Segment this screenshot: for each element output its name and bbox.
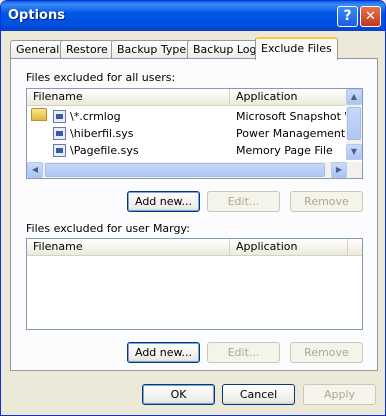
- tab-general[interactable]: General: [10, 40, 66, 59]
- file-icon: [53, 144, 66, 157]
- application-cell: Power Management: [236, 127, 346, 140]
- scroll-down-icon: ▼: [350, 147, 358, 156]
- file-icon: [53, 127, 66, 140]
- filename-cell: \Pagefile.sys: [70, 144, 139, 157]
- column-header-filename[interactable]: Filename: [27, 89, 230, 106]
- horizontal-scroll-thumb[interactable]: [45, 163, 325, 177]
- vertical-scrollbar[interactable]: ▲ ▼: [346, 89, 362, 160]
- scroll-right-button[interactable]: ▶: [331, 162, 347, 178]
- window-title: Options: [8, 8, 65, 23]
- vertical-scroll-thumb[interactable]: [347, 107, 361, 140]
- tab-backup-type[interactable]: Backup Type: [111, 40, 193, 59]
- scroll-left-icon: ◀: [31, 165, 39, 174]
- cancel-button[interactable]: Cancel: [222, 384, 295, 405]
- add-new-button-user[interactable]: Add new...: [127, 342, 200, 363]
- list-item[interactable]: \*.crmlog Microsoft Snapshot Wr...: [27, 108, 348, 125]
- all-users-file-list[interactable]: Filename Application \*.crmlog Microsoft…: [26, 88, 363, 179]
- horizontal-scrollbar[interactable]: ◀ ▶: [27, 162, 362, 178]
- user-margy-file-list[interactable]: Filename Application: [26, 238, 363, 330]
- list-item[interactable]: \hiberfil.sys Power Management: [27, 125, 347, 142]
- help-icon: ?: [343, 8, 352, 24]
- tab-backup-log[interactable]: Backup Log: [187, 40, 263, 59]
- ok-button[interactable]: OK: [142, 384, 215, 405]
- tab-restore[interactable]: Restore: [60, 40, 114, 59]
- help-button[interactable]: ?: [337, 6, 358, 27]
- remove-button-user[interactable]: Remove: [290, 342, 363, 363]
- tab-panel: Files excluded for all users: Filename A…: [10, 58, 378, 371]
- scroll-up-button[interactable]: ▲: [346, 89, 362, 105]
- application-cell: Memory Page File: [236, 144, 333, 157]
- edit-button-user[interactable]: Edit...: [207, 342, 280, 363]
- column-header-filename[interactable]: Filename: [27, 239, 230, 256]
- add-new-button[interactable]: Add new...: [127, 191, 200, 212]
- filename-cell: \hiberfil.sys: [70, 127, 134, 140]
- edit-button[interactable]: Edit...: [207, 191, 280, 212]
- list-header: Filename Application: [27, 239, 362, 256]
- all-users-label: Files excluded for all users:: [26, 71, 176, 84]
- close-icon: ✕: [365, 9, 376, 24]
- options-dialog: Options ? ✕ General Restore Backup Type …: [0, 0, 386, 416]
- apply-button[interactable]: Apply: [303, 384, 376, 405]
- scroll-left-button[interactable]: ◀: [27, 162, 43, 178]
- scroll-up-icon: ▲: [350, 92, 358, 101]
- application-cell: Microsoft Snapshot Wr...: [236, 110, 348, 123]
- remove-button[interactable]: Remove: [290, 191, 363, 212]
- column-header-application[interactable]: Application: [230, 89, 348, 106]
- title-bar[interactable]: Options ? ✕: [1, 1, 385, 31]
- close-button[interactable]: ✕: [360, 6, 381, 27]
- scroll-down-button[interactable]: ▼: [346, 144, 362, 160]
- tab-exclude-files[interactable]: Exclude Files: [255, 37, 338, 60]
- filename-cell: \*.crmlog: [70, 110, 121, 123]
- file-icon: [53, 110, 66, 123]
- column-header-application[interactable]: Application: [230, 239, 348, 256]
- user-margy-label: Files excluded for user Margy:: [26, 222, 190, 235]
- list-item[interactable]: \Pagefile.sys Memory Page File: [27, 142, 347, 159]
- scroll-right-icon: ▶: [335, 165, 343, 174]
- list-header: Filename Application: [27, 89, 362, 106]
